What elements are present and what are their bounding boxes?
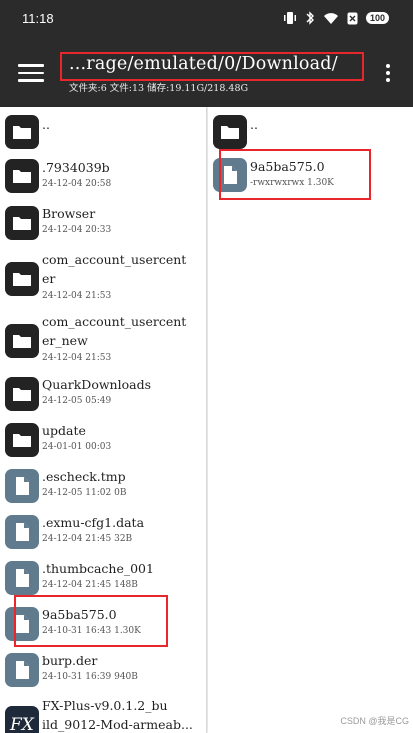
- status-bar: 11:18 100: [0, 0, 413, 40]
- right-file-pane[interactable]: .. 9a5ba575.0 -rwxrwxrwx 1.30K: [208, 107, 413, 733]
- status-time: 11:18: [22, 11, 54, 26]
- folder-icon: [213, 115, 247, 149]
- file-name-line-2: ild_9012-Mod-armeab...: [42, 717, 193, 732]
- list-item-parent-dir[interactable]: ..: [0, 107, 206, 153]
- file-meta: 24-12-05 11:02 0B: [42, 488, 127, 498]
- list-item-highlighted[interactable]: 9a5ba575.0 24-10-31 16:43 1.30K: [0, 601, 206, 647]
- file-name: QuarkDownloads: [42, 377, 151, 392]
- list-item[interactable]: .7934039b 24-12-04 20:58: [0, 153, 206, 199]
- file-name-line-1: com_account_usercent: [42, 252, 187, 267]
- list-item[interactable]: .exmu-cfg1.data 24-12-04 21:45 32B: [0, 509, 206, 555]
- list-item[interactable]: com_account_usercent er 24-12-04 21:53: [0, 247, 206, 309]
- file-icon: [5, 607, 39, 641]
- vibrate-icon: [283, 12, 296, 24]
- svg-text:FX: FX: [9, 715, 35, 733]
- current-path[interactable]: ...rage/emulated/0/Download/: [69, 54, 338, 74]
- folder-icon: [5, 324, 39, 358]
- file-meta: 24-12-04 21:45 148B: [42, 580, 138, 590]
- file-name: .7934039b: [42, 160, 110, 175]
- file-meta: 24-12-04 21:45 32B: [42, 534, 133, 544]
- list-item[interactable]: .thumbcache_001 24-12-04 21:45 148B: [0, 555, 206, 601]
- file-meta: 24-12-04 20:58: [42, 179, 112, 189]
- folder-icon: [5, 115, 39, 149]
- menu-icon[interactable]: [18, 64, 44, 84]
- list-item[interactable]: QuarkDownloads 24-12-05 05:49: [0, 371, 206, 417]
- file-meta: 24-12-04 20:33: [42, 225, 112, 235]
- list-item[interactable]: FX FX-Plus-v9.0.1.2_bu ild_9012-Mod-arme…: [0, 693, 206, 733]
- file-name-line-1: com_account_usercent: [42, 314, 187, 329]
- storage-stats: 文件夹:6 文件:13 储存:19.11G/218.48G: [69, 83, 249, 94]
- file-meta: 24-01-01 00:03: [42, 442, 112, 452]
- list-item[interactable]: .escheck.tmp 24-12-05 11:02 0B: [0, 463, 206, 509]
- list-item-highlighted[interactable]: 9a5ba575.0 -rwxrwxrwx 1.30K: [208, 153, 413, 199]
- file-name: 9a5ba575.0: [250, 159, 325, 174]
- more-vert-icon[interactable]: [385, 64, 391, 86]
- file-name-line-1: FX-Plus-v9.0.1.2_bu: [42, 698, 168, 713]
- file-meta: -rwxrwxrwx 1.30K: [250, 178, 334, 188]
- file-icon: [213, 158, 247, 192]
- battery-icon: 100: [365, 12, 389, 24]
- folder-icon: [5, 423, 39, 457]
- file-icon: [5, 561, 39, 595]
- file-name: 9a5ba575.0: [42, 607, 117, 622]
- folder-icon: [5, 159, 39, 193]
- file-meta: 24-10-31 16:43 1.30K: [42, 626, 141, 636]
- sim-off-icon: [347, 12, 358, 24]
- file-name: update: [42, 423, 86, 438]
- file-name-line-2: er: [42, 271, 56, 286]
- wifi-icon: [323, 12, 338, 24]
- file-meta: 24-12-04 21:53: [42, 353, 112, 363]
- file-name: ..: [250, 117, 258, 132]
- file-name: .escheck.tmp: [42, 469, 126, 484]
- list-item[interactable]: com_account_usercent er_new 24-12-04 21:…: [0, 309, 206, 371]
- file-name: .thumbcache_001: [42, 561, 154, 576]
- file-icon: [5, 515, 39, 549]
- file-meta: 24-12-05 05:49: [42, 396, 112, 406]
- file-name: Browser: [42, 206, 96, 221]
- file-icon: [5, 653, 39, 687]
- folder-icon: [5, 206, 39, 240]
- file-name: ..: [42, 117, 50, 132]
- app-bar: ...rage/emulated/0/Download/ 文件夹:6 文件:13…: [0, 40, 413, 107]
- left-file-pane[interactable]: .. .7934039b 24-12-04 20:58 Browser 24-1…: [0, 107, 207, 733]
- file-icon: [5, 469, 39, 503]
- list-item[interactable]: update 24-01-01 00:03: [0, 417, 206, 463]
- list-item[interactable]: burp.der 24-10-31 16:39 940B: [0, 647, 206, 693]
- watermark: CSDN @我是CG: [340, 716, 409, 726]
- file-name: burp.der: [42, 653, 98, 668]
- fx-app-icon: FX: [5, 706, 39, 733]
- status-icons: 100: [283, 11, 389, 25]
- list-item[interactable]: Browser 24-12-04 20:33: [0, 199, 206, 247]
- folder-icon: [5, 377, 39, 411]
- file-name-line-2: er_new: [42, 333, 88, 348]
- file-name: .exmu-cfg1.data: [42, 515, 145, 530]
- folder-icon: [5, 262, 39, 296]
- file-meta: 24-12-04 21:53: [42, 291, 112, 301]
- bluetooth-icon: [306, 11, 314, 25]
- file-meta: 24-10-31 16:39 940B: [42, 672, 138, 682]
- list-item-parent-dir[interactable]: ..: [208, 107, 413, 149]
